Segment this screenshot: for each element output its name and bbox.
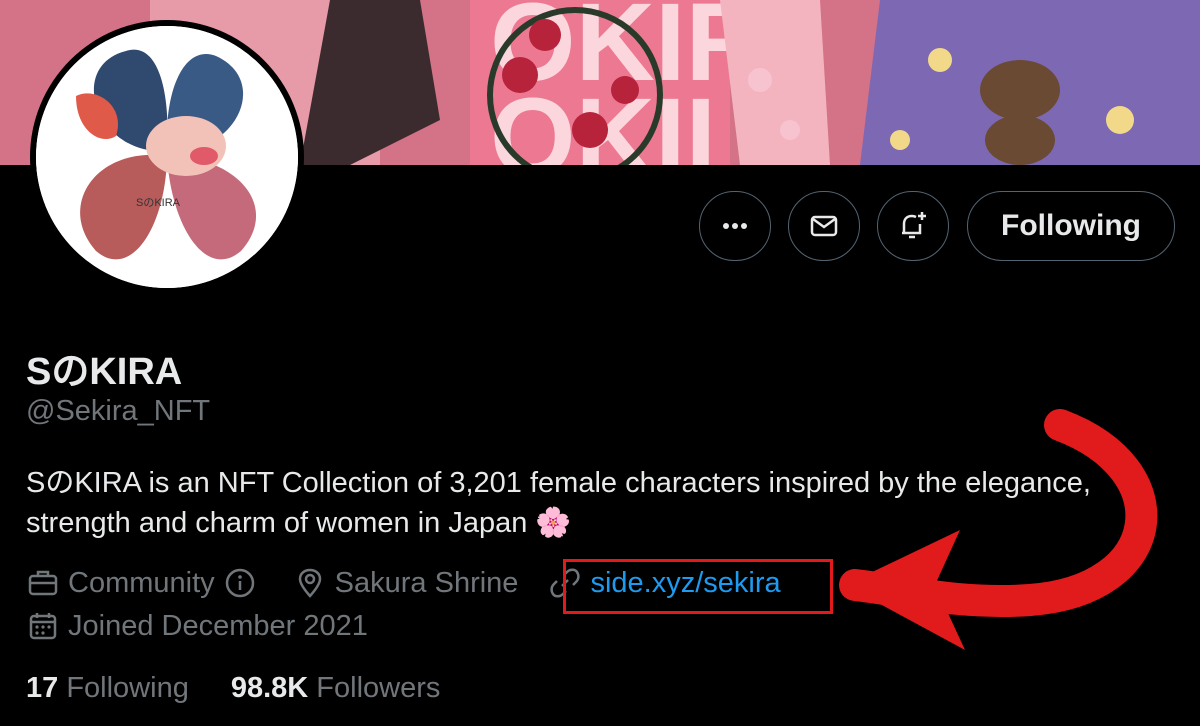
joined-item: Joined December 2021	[26, 609, 368, 643]
user-handle: @Sekira_NFT	[26, 395, 211, 427]
following-count: 17	[26, 672, 59, 704]
following-stat-label: Following	[66, 672, 189, 704]
avatar-image: SのKIRA	[36, 26, 298, 288]
followers-stat[interactable]: 98.8K Followers	[231, 672, 441, 705]
profile-bio: SのKIRA is an NFT Collection of 3,201 fem…	[26, 463, 1166, 543]
followers-count: 98.8K	[230, 672, 309, 704]
following-stat[interactable]: 17 Following	[26, 672, 189, 705]
location-item: Sakura Shrine	[293, 566, 519, 600]
joined-row: Joined December 2021	[26, 609, 368, 643]
followers-stat-label: Followers	[316, 672, 441, 704]
website-highlight-box	[563, 559, 833, 614]
svg-text:SのKIRA: SのKIRA	[136, 197, 181, 209]
cherry-blossom-emoji: 🌸	[535, 507, 572, 539]
bio-line-2-text: strength and charm of women in Japan	[26, 507, 528, 539]
avatar-artwork: SのKIRA	[36, 26, 298, 288]
following-button[interactable]: Following	[967, 191, 1175, 261]
bio-line-2: strength and charm of women in Japan 🌸	[26, 503, 1166, 543]
location-pin-icon	[298, 568, 321, 598]
briefcase-icon	[28, 570, 58, 596]
info-icon[interactable]	[223, 566, 257, 600]
calendar-icon	[29, 613, 57, 640]
display-name: SのKIRA	[26, 351, 183, 393]
more-button[interactable]	[699, 191, 771, 261]
location-label: Sakura Shrine	[334, 566, 519, 599]
message-button[interactable]	[788, 191, 860, 261]
bell-plus-icon	[902, 212, 926, 239]
mail-icon	[810, 215, 838, 237]
category-label: Community	[68, 566, 215, 599]
category-item: Community	[26, 566, 265, 600]
notify-button[interactable]	[877, 191, 949, 261]
joined-label: Joined December 2021	[68, 609, 368, 642]
more-icon	[723, 223, 747, 229]
profile-avatar[interactable]: SのKIRA	[30, 20, 304, 294]
follow-stats: 17 Following 98.8K Followers	[26, 672, 482, 705]
bio-line-1: SのKIRA is an NFT Collection of 3,201 fem…	[26, 467, 1091, 499]
